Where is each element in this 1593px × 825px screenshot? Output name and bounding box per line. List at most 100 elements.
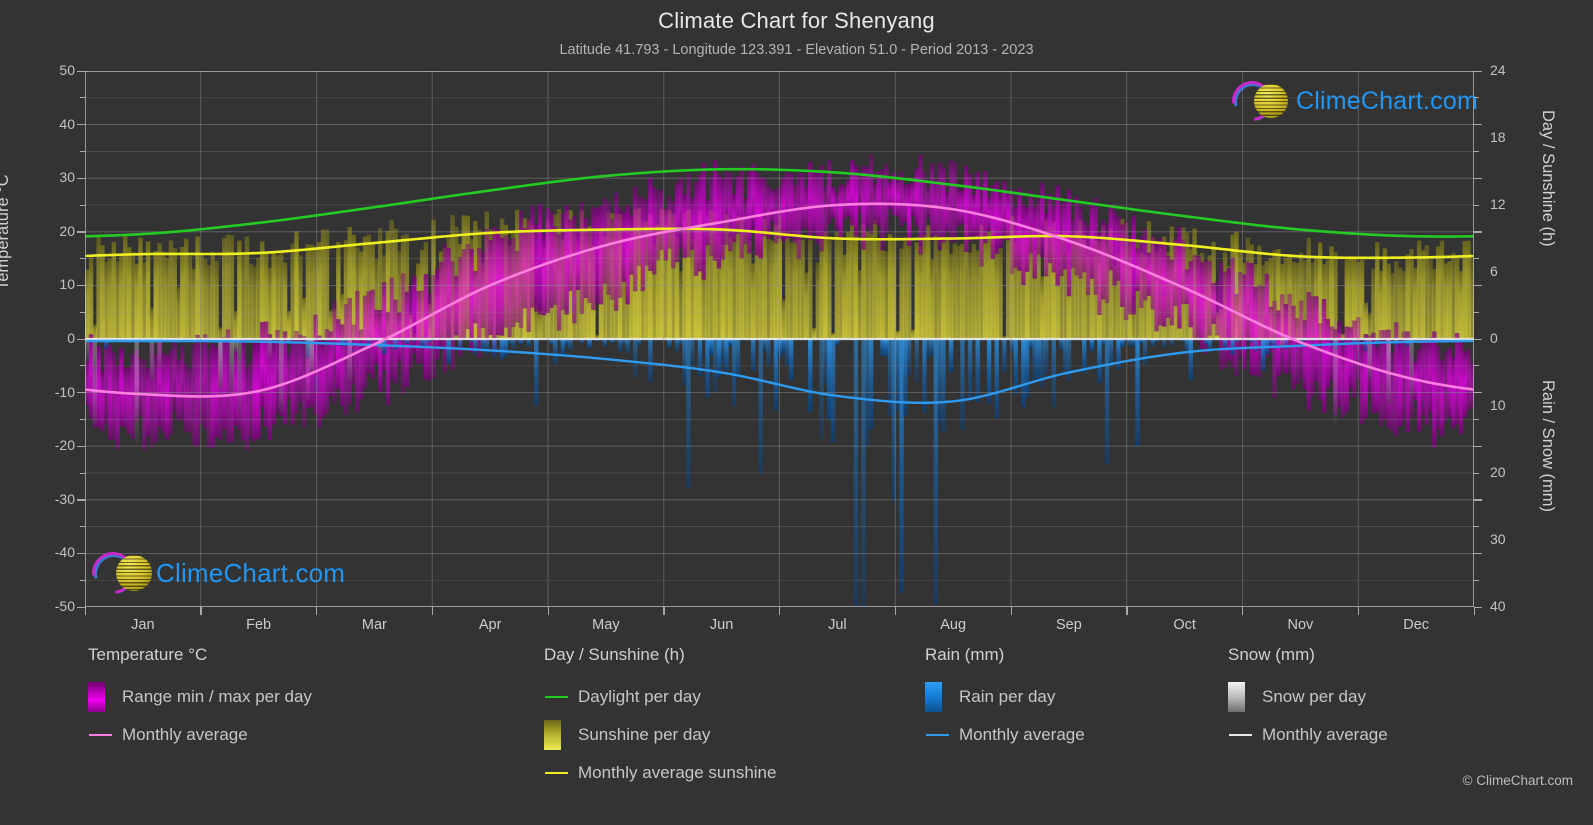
y-axis-minor-tick	[1474, 150, 1479, 152]
y-axis-minor-tick	[80, 311, 85, 313]
y-axis-tick-mark	[1474, 177, 1482, 179]
y-axis-tick-mark	[1474, 606, 1482, 608]
axis-tick-label: Sep	[1055, 617, 1082, 633]
y-axis-right-bottom-title: Rain / Snow (mm)	[1539, 380, 1557, 513]
logo-sun-sphere-icon	[116, 555, 152, 591]
legend-item-label: Range min / max per day	[122, 687, 312, 706]
x-axis-tick-mark	[1010, 607, 1012, 615]
x-axis-tick-mark	[547, 607, 549, 615]
legend-swatch-line-icon	[1229, 733, 1252, 737]
axis-tick-label: 20	[1490, 464, 1506, 480]
x-axis-tick-mark	[1473, 607, 1475, 615]
x-axis-tick-mark	[779, 607, 781, 615]
x-axis-tick-mark	[431, 607, 434, 615]
legend-items-snow: Snow per day Monthly average	[1228, 678, 1388, 754]
axis-tick-label: Jul	[828, 617, 847, 633]
climechart-logo-mark	[83, 543, 154, 603]
legend-item[interactable]: Snow per day	[1228, 678, 1388, 716]
y-axis-tick-mark	[77, 499, 85, 501]
logo-wordmark: ClimeChart.com	[1296, 86, 1478, 115]
y-axis-minor-tick	[80, 97, 85, 99]
axis-tick-label: -30	[54, 490, 75, 507]
legend-item[interactable]: Monthly average	[1228, 716, 1388, 754]
axis-tick-label: Apr	[478, 617, 502, 633]
x-axis-tick-mark	[200, 607, 202, 615]
axis-tick-label: Nov	[1287, 617, 1314, 633]
axis-tick-label: 50	[59, 62, 75, 78]
axis-tick-label: Dec	[1403, 617, 1430, 633]
legend-item-label: Sunshine per day	[578, 725, 711, 744]
y-axis-tick-mark	[77, 124, 85, 126]
axis-tick-label: Oct	[1173, 617, 1196, 633]
y-axis-minor-tick	[1474, 472, 1479, 474]
axis-tick-label: 6	[1490, 263, 1498, 279]
legend-swatch-box-icon	[925, 682, 942, 712]
axis-tick-label: 40	[59, 115, 75, 132]
legend-column-temperature: Temperature °C Range min / max per day Mo…	[88, 645, 312, 754]
legend-column-rain: Rain (mm) Rain per day Monthly average	[925, 645, 1085, 754]
legend-swatch	[1228, 733, 1262, 737]
y-axis-tick-mark	[1474, 499, 1482, 501]
y-axis-minor-tick	[1474, 365, 1479, 367]
legend-item[interactable]: Daylight per day	[544, 678, 776, 716]
logo-wordmark: ClimeChart.com	[156, 557, 346, 588]
legend-item[interactable]: Range min / max per day	[88, 678, 312, 716]
legend-item[interactable]: Sunshine per day	[544, 716, 776, 754]
axis-tick-label: 18	[1490, 129, 1506, 145]
axis-tick-label: Mar	[361, 617, 387, 633]
legend-heading-daysunshine: Day / Sunshine (h)	[544, 645, 685, 664]
page-title: Climate Chart for Shenyang	[658, 8, 935, 33]
axis-tick-label: 10	[1490, 397, 1506, 413]
x-axis-tick-mark	[663, 607, 665, 615]
legend-item[interactable]: Monthly average	[88, 716, 312, 754]
legend-swatch-box-icon	[1228, 682, 1245, 712]
y-axis-minor-tick	[80, 258, 85, 260]
legend-swatch	[925, 733, 959, 737]
logo-sun-sphere-icon	[1254, 84, 1288, 118]
legend-heading-snow: Snow (mm)	[1228, 645, 1315, 664]
legend-heading-rain: Rain (mm)	[925, 645, 1005, 664]
y-axis-minor-tick	[80, 418, 85, 420]
y-axis-minor-tick	[80, 526, 85, 528]
axis-tick-label: Jun	[709, 617, 734, 633]
climechart-logo-top: ClimeChart.com	[1223, 72, 1478, 130]
legend-item-label: Monthly average	[1262, 725, 1388, 744]
legend-swatch-line-icon	[545, 695, 568, 699]
y-axis-tick-mark	[1474, 552, 1482, 555]
axis-tick-label: 10	[59, 276, 75, 293]
legend-item[interactable]: Monthly average sunshine	[544, 754, 776, 792]
legend-items-rain: Rain per day Monthly average	[925, 678, 1085, 754]
legend-item-label: Monthly average sunshine	[578, 763, 777, 782]
legend-item[interactable]: Monthly average	[925, 716, 1085, 754]
legend-items-temperature: Range min / max per day Monthly average	[88, 678, 312, 754]
y-axis-left-title: Temperature °C	[0, 174, 12, 290]
legend-column-daysunshine: Day / Sunshine (h) Daylight per day Sunsh…	[544, 645, 776, 792]
axis-tick-label: Aug	[940, 617, 967, 633]
y-axis-minor-tick	[1474, 526, 1479, 528]
legend-heading-temperature: Temperature °C	[88, 645, 208, 664]
y-axis-minor-tick	[80, 579, 85, 581]
axis-tick-label: 30	[1490, 531, 1506, 547]
y-axis-tick-mark	[1474, 70, 1482, 72]
y-axis-tick-mark	[1474, 231, 1482, 233]
legend-swatch	[544, 771, 578, 775]
legend-item-label: Monthly average	[959, 725, 1085, 744]
legend-swatch-line-icon	[89, 733, 112, 737]
axis-tick-label: -10	[54, 383, 75, 400]
x-axis-tick-mark	[1126, 607, 1128, 615]
legend-item[interactable]: Rain per day	[925, 678, 1085, 716]
y-axis-minor-tick	[80, 150, 85, 152]
y-axis-minor-tick	[1474, 258, 1479, 260]
chart-gridlines	[85, 71, 1474, 607]
legend-swatch-box-icon	[544, 720, 561, 750]
legend-swatch	[544, 695, 578, 699]
y-axis-tick-mark	[77, 338, 85, 340]
climechart-logo-bottom: ClimeChart.com	[83, 543, 346, 603]
y-axis-minor-tick	[1474, 579, 1479, 581]
copyright-notice: © ClimeChart.com	[1462, 773, 1573, 788]
legend-swatch	[925, 682, 959, 712]
y-axis-tick-mark	[77, 70, 85, 72]
axis-tick-label: 12	[1490, 196, 1506, 212]
axis-tick-label: May	[592, 617, 620, 633]
legend-swatch	[544, 720, 578, 750]
